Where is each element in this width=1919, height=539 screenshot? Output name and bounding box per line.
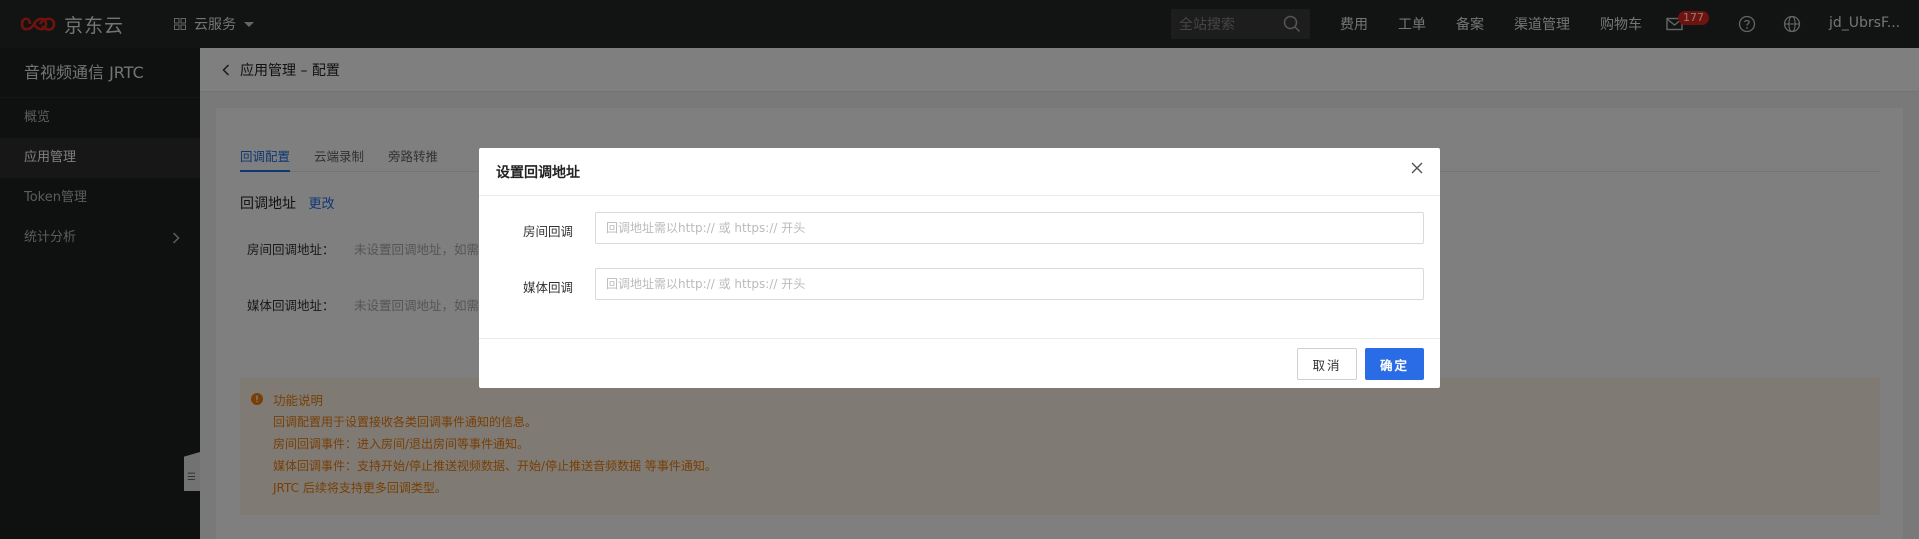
dialog-footer: 取消 确定	[479, 338, 1440, 388]
media-callback-input[interactable]	[595, 268, 1424, 300]
callback-address-dialog: 设置回调地址 房间回调 媒体回调 取消 确定	[479, 148, 1440, 388]
dialog-header: 设置回调地址	[479, 148, 1440, 196]
room-callback-input[interactable]	[595, 212, 1424, 244]
close-icon[interactable]	[1410, 161, 1424, 175]
cancel-button[interactable]: 取消	[1297, 348, 1357, 380]
room-callback-field-label: 房间回调	[523, 224, 574, 239]
confirm-button[interactable]: 确定	[1365, 348, 1424, 380]
room-callback-field: 房间回调	[479, 212, 1440, 244]
media-callback-field: 媒体回调	[479, 268, 1440, 300]
media-callback-field-label: 媒体回调	[523, 280, 574, 295]
dialog-title: 设置回调地址	[496, 164, 580, 181]
